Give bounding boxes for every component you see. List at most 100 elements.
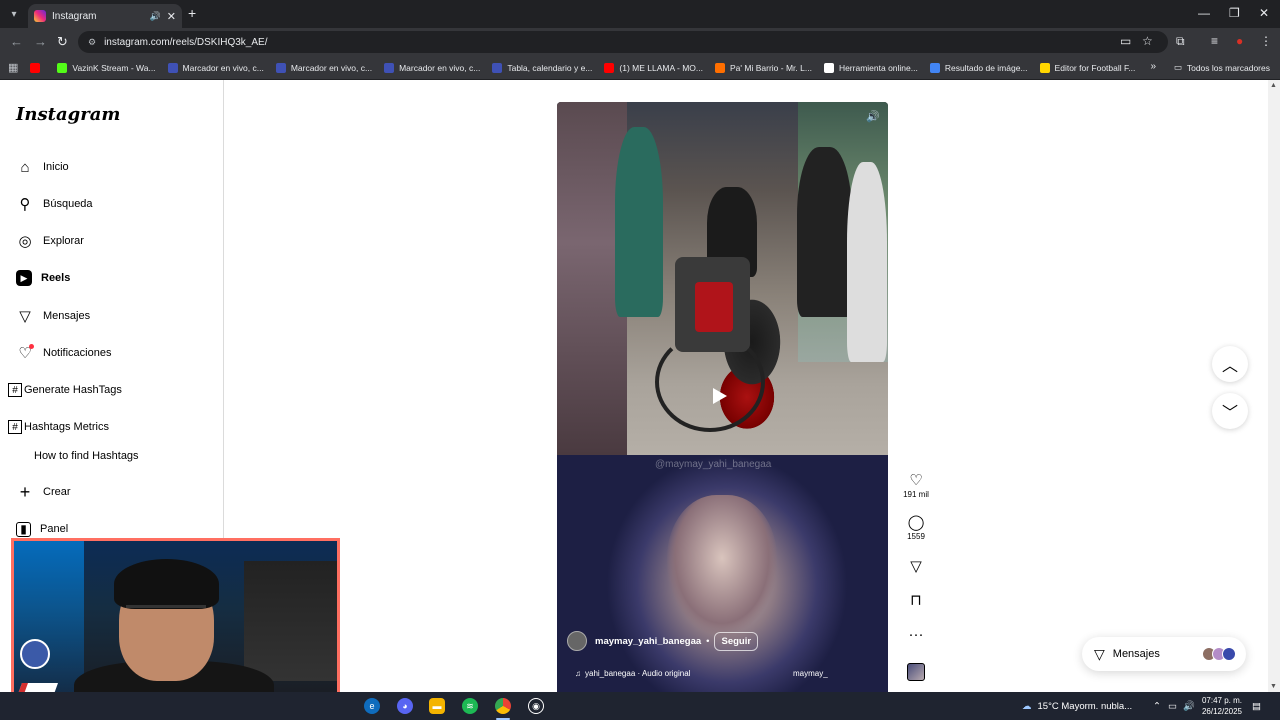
bookmark-item[interactable]: Resultado de imáge... <box>929 62 1028 73</box>
volume-icon[interactable]: 🔊 <box>866 110 880 123</box>
hashtag-icon: # <box>8 420 22 434</box>
nav-mensajes[interactable]: ▽ Mensajes <box>16 304 90 328</box>
send-icon: ▽ <box>19 308 31 325</box>
profile-icon[interactable]: ● <box>1236 34 1243 48</box>
bookmark-item[interactable]: Pa' Mi Barrio - Mr. L... <box>715 62 812 73</box>
bookmark-label: Herramienta online... <box>838 62 918 73</box>
window-close-icon[interactable]: ✕ <box>1259 6 1269 20</box>
notifications-icon[interactable]: ▤ <box>1252 692 1261 720</box>
team-badge-icon <box>20 639 50 669</box>
music-note-icon: ♫ <box>575 669 581 678</box>
share-action[interactable]: ▽ <box>902 558 930 576</box>
instagram-favicon-icon <box>34 10 46 22</box>
bookmark-item[interactable]: VazinK Stream - Wa... <box>57 62 156 73</box>
apps-grid-icon[interactable]: ▦ <box>8 61 18 74</box>
bookmark-item[interactable]: Editor for Football F... <box>1039 62 1135 73</box>
pedestrian-figure <box>615 127 663 317</box>
author-username[interactable]: maymay_yahi_banegaa <box>595 636 701 647</box>
discord-icon[interactable]: ◕ <box>397 698 413 714</box>
bookmark-item[interactable] <box>30 62 45 73</box>
face-closeup <box>667 495 777 635</box>
bookmark-item[interactable]: (1) ME LLAMA - MO... <box>604 62 703 73</box>
network-icon[interactable]: ▭ <box>1168 692 1177 720</box>
audio-thumbnail[interactable] <box>907 663 925 681</box>
generate-hashtags-item[interactable]: # Generate HashTags <box>8 383 122 397</box>
comment-action[interactable]: ◯ 1559 <box>902 514 930 541</box>
clock-time: 07:47 p. m. <box>1201 696 1242 705</box>
site-info-icon[interactable]: ⚙ <box>88 37 96 48</box>
bookmark-item[interactable]: Marcador en vivo, c... <box>275 62 372 73</box>
media-control-icon[interactable]: ≡ <box>1211 34 1218 48</box>
messages-label: Mensajes <box>1112 648 1160 660</box>
bookmark-item[interactable]: Herramienta online... <box>823 62 918 73</box>
back-icon[interactable]: ← <box>10 34 23 49</box>
cloud-icon: ☁ <box>1022 700 1032 712</box>
author-avatar[interactable] <box>567 631 587 651</box>
volume-icon[interactable]: 🔊 <box>1183 692 1195 720</box>
more-icon: ··· <box>908 626 924 643</box>
menu-kebab-icon[interactable]: ⋮ <box>1260 34 1272 48</box>
reload-icon[interactable]: ↻ <box>57 34 68 50</box>
tab-instagram[interactable]: Instagram 🔊 ✕ <box>28 4 182 28</box>
nav-crear[interactable]: + Crear <box>16 480 71 504</box>
reel-player[interactable]: 🔊 @maymay_yahi_banegaa maymay_yahi_baneg… <box>557 102 888 693</box>
scroll-up-icon[interactable]: ▲ <box>1270 82 1277 89</box>
spotify-icon[interactable]: ≋ <box>462 698 478 714</box>
bookmarks-more-icon[interactable]: » <box>1150 61 1156 72</box>
how-to-find-hashtags-link[interactable]: How to find Hashtags <box>34 450 139 462</box>
minimize-icon[interactable]: — <box>1198 6 1210 20</box>
nav-notificaciones[interactable]: ♡ Notificaciones <box>16 341 111 365</box>
bookmark-item[interactable]: Marcador en vivo, c... <box>167 62 264 73</box>
page-scrollbar[interactable]: ▲ ▼ <box>1268 80 1280 692</box>
bookmark-label: Resultado de imáge... <box>944 62 1028 73</box>
save-action[interactable]: ⊓ <box>902 592 930 610</box>
message-avatars <box>1202 647 1236 661</box>
reel-video-frame[interactable]: 🔊 <box>557 102 888 455</box>
tab-search-icon[interactable]: ▾ <box>4 4 24 24</box>
bookmark-item[interactable]: Tabla, calendario y e... <box>492 62 592 73</box>
obs-icon[interactable]: ◉ <box>528 698 544 714</box>
like-action[interactable]: ♡ 191 mil <box>902 472 930 499</box>
hashtags-metrics-item[interactable]: # Hashtags Metrics <box>8 420 109 434</box>
bookmark-star-icon[interactable]: ☆ <box>1142 34 1153 48</box>
restore-icon[interactable]: ❐ <box>1229 6 1240 20</box>
nav-label: Reels <box>41 272 71 284</box>
chrome-icon[interactable] <box>495 698 511 714</box>
bar-chart-icon: ▮ <box>16 521 31 537</box>
weather-widget[interactable]: ☁ 15°C Mayorm. nubla... <box>1022 692 1132 720</box>
install-app-icon[interactable]: ▭ <box>1120 34 1131 48</box>
all-bookmarks-folder[interactable]: ▭ Todos los marcadores <box>1174 62 1270 73</box>
tab-audio-icon[interactable]: 🔊 <box>150 11 161 22</box>
nav-busqueda[interactable]: ⚲ Búsqueda <box>16 192 93 216</box>
nav-label: Mensajes <box>43 310 91 322</box>
system-clock[interactable]: 07:47 p. m. 26/12/2025 <box>1200 695 1242 717</box>
nav-label: Búsqueda <box>43 198 93 210</box>
next-reel-button[interactable]: ﹀ <box>1212 393 1248 429</box>
scroll-down-icon[interactable]: ▼ <box>1270 683 1277 690</box>
nav-explorar[interactable]: ◎ Explorar <box>16 229 84 253</box>
extensions-icon[interactable]: ⧉ <box>1176 34 1185 49</box>
edge-icon[interactable]: e <box>364 698 380 714</box>
reels-icon: ▶ <box>16 270 32 286</box>
url-text: instagram.com/reels/DSKIHQ3k_AE/ <box>104 36 268 48</box>
reel-author: maymay_yahi_banegaa • Seguir <box>567 631 759 651</box>
nav-label: Panel <box>40 523 69 535</box>
nav-reels[interactable]: ▶ Reels <box>16 266 70 290</box>
forward-icon[interactable]: → <box>34 34 47 49</box>
previous-reel-button[interactable]: ︿ <box>1212 346 1248 382</box>
instagram-logo[interactable]: Instagram <box>16 104 120 125</box>
more-action[interactable]: ··· <box>902 626 930 644</box>
file-explorer-icon[interactable]: ▬ <box>429 698 445 714</box>
messages-pill[interactable]: ▽ Mensajes <box>1082 637 1246 671</box>
streamer-glasses <box>126 605 206 621</box>
play-icon[interactable] <box>713 388 727 404</box>
url-field[interactable]: ⚙ instagram.com/reels/DSKIHQ3k_AE/ <box>78 31 1168 53</box>
follow-button[interactable]: Seguir <box>714 631 759 651</box>
bookmark-item[interactable]: Marcador en vivo, c... <box>384 62 480 73</box>
tray-chevron-icon[interactable]: ⌃ <box>1153 692 1161 720</box>
reel-audio[interactable]: ♫ yahi_banegaa · Audio original <box>575 669 690 678</box>
new-tab-icon[interactable]: + <box>188 5 196 21</box>
avatar <box>1222 647 1236 661</box>
tab-close-icon[interactable]: ✕ <box>167 10 176 23</box>
nav-inicio[interactable]: ⌂ Inicio <box>16 155 68 179</box>
